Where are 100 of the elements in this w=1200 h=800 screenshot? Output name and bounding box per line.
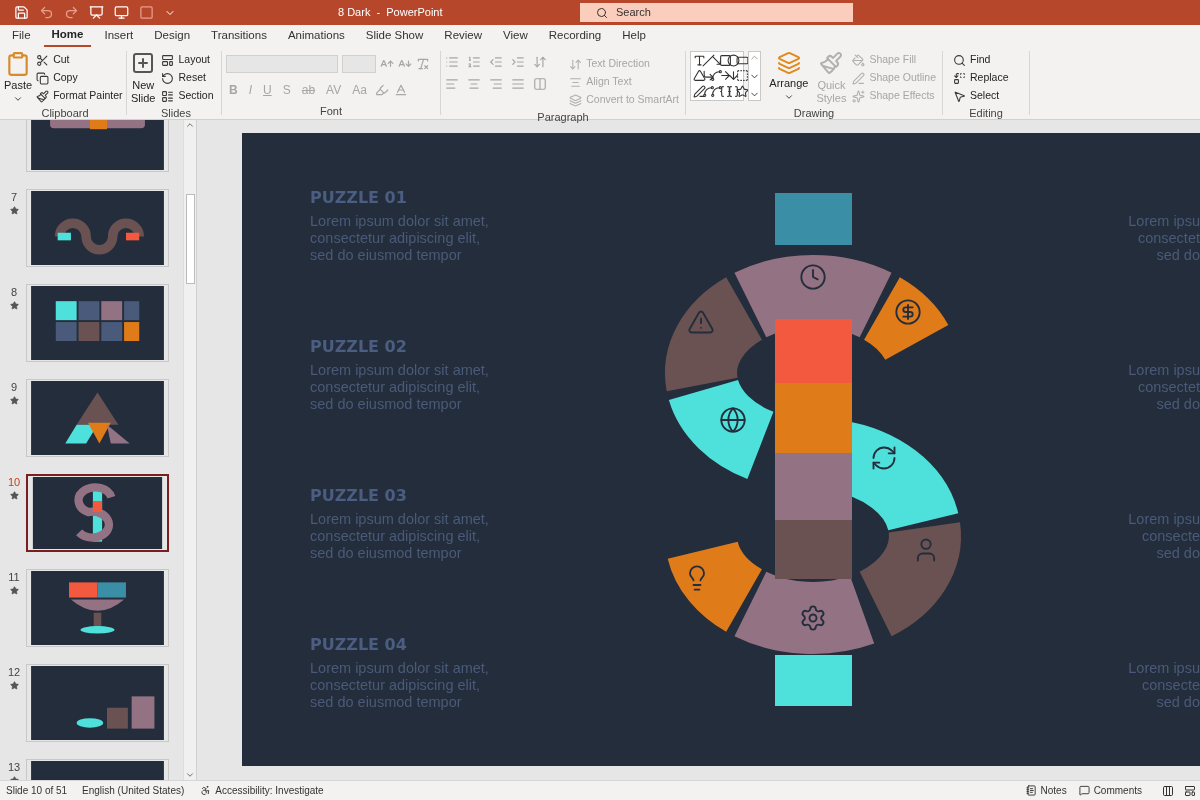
shape-icon[interactable] [718, 84, 732, 98]
redo-icon[interactable] [64, 5, 79, 20]
ribbon-tab[interactable]: Design [146, 25, 199, 47]
puzzle-description: Lorem ipsum dolor sit amet, consectetur adipiscing elit, sed do eiusmod tempor [310, 213, 489, 264]
shape-icon[interactable] [693, 69, 706, 83]
shape-icon[interactable] [701, 84, 715, 98]
notes-button[interactable]: Notes [1025, 783, 1067, 798]
group-label: Paragraph [537, 110, 589, 125]
font-size-field[interactable] [342, 55, 376, 73]
shape-icon[interactable] [735, 54, 749, 67]
normal-view-icon[interactable] [1162, 784, 1174, 797]
puzzle-description: Lorem ipsu consecte sed do [1128, 660, 1200, 711]
slide-number: 7 [10, 190, 18, 205]
shape-icon[interactable] [718, 54, 732, 67]
comments-button[interactable]: Comments [1078, 783, 1142, 798]
animation-star-icon [9, 205, 19, 215]
accessibility-button[interactable]: Accessibility: Investigate [215, 783, 324, 798]
brush-icon [819, 51, 844, 75]
ribbon-button[interactable]: Reset [159, 69, 216, 87]
ribbon-tab[interactable]: View [495, 25, 536, 47]
save-icon[interactable] [14, 5, 29, 20]
arrange-icon [776, 51, 801, 75]
shape-icon[interactable] [735, 84, 749, 98]
scroll-down-icon[interactable] [185, 770, 195, 780]
presentation-icon[interactable] [89, 5, 104, 20]
ribbon-tab[interactable]: Slide Show [357, 25, 432, 47]
new-slide-button[interactable]: New Slide [131, 51, 156, 105]
notes-icon [1025, 785, 1037, 796]
puzzle-description: Lorem ipsum dolor sit amet, consectetur adipiscing elit, sed do eiusmod tempor [310, 362, 489, 413]
group-label: Slides [161, 106, 191, 121]
slide-number: 13 [7, 760, 21, 775]
monitor-icon[interactable] [114, 5, 129, 20]
puzzle-description: Lorem ipsum dolor sit amet, consectetur adipiscing elit, sed do eiusmod tempor [310, 511, 489, 562]
shape-icon[interactable] [710, 84, 724, 98]
gear-icon [799, 604, 827, 632]
group-label: Clipboard [41, 106, 89, 121]
warning-icon [687, 308, 715, 336]
puzzle-title: PUZZLE 03 [310, 485, 408, 507]
shape-icon[interactable] [710, 69, 724, 83]
shape-icon[interactable] [718, 69, 732, 83]
animation-star-icon [9, 490, 19, 500]
new-slide-icon [131, 51, 156, 75]
puzzle-description: Lorem ipsu consectet sed do [1128, 362, 1200, 413]
ribbon-tab[interactable]: Transitions [203, 25, 275, 47]
slide-sorter-icon[interactable] [1184, 784, 1196, 797]
shape-icon[interactable] [735, 69, 749, 83]
search-icon [596, 6, 608, 19]
shapes-gallery[interactable] [690, 51, 745, 101]
slide-number: 10 [7, 475, 21, 490]
puzzle-description: Lorem ipsu consectet sed do [1128, 213, 1200, 264]
animation-star-icon [9, 395, 19, 405]
puzzle-title: PUZZLE 01 [310, 187, 408, 209]
language-indicator[interactable]: English (United States) [82, 783, 185, 798]
ribbon-tab[interactable]: Animations [279, 25, 353, 47]
ribbon-button[interactable]: Format Painter [34, 87, 125, 105]
arrange-button[interactable]: Arrange [765, 51, 813, 105]
shape-icon[interactable] [727, 84, 741, 98]
group-label: Drawing [793, 106, 835, 121]
ribbon-tab[interactable]: File [4, 25, 39, 47]
puzzle-description: Lorem ipsu consecte sed do [1128, 511, 1200, 562]
ribbon-button[interactable]: Select [951, 87, 1021, 105]
font-color-icon[interactable] [393, 83, 408, 97]
refresh-icon [870, 444, 898, 472]
scroll-up-icon[interactable] [185, 120, 195, 130]
scrollbar-thumb[interactable] [185, 194, 195, 284]
animation-star-icon [9, 300, 19, 310]
undo-icon[interactable] [39, 5, 54, 20]
ribbon-tab[interactable]: Insert [96, 25, 142, 47]
search-field[interactable]: Search [580, 3, 853, 22]
font-name-field[interactable] [226, 55, 338, 73]
ribbon-button[interactable]: Copy [34, 69, 125, 87]
shape-icon[interactable] [701, 69, 715, 83]
ribbon-button[interactable]: Layout [159, 51, 216, 69]
slide-number: 8 [10, 285, 18, 300]
puzzle-title: PUZZLE 04 [310, 634, 408, 656]
slide-number: 12 [7, 665, 21, 680]
shape-icon[interactable] [693, 54, 706, 67]
search-input[interactable]: Search [616, 4, 816, 21]
ribbon-button[interactable]: Replace [951, 69, 1021, 87]
shape-icon[interactable] [701, 54, 715, 67]
paste-button[interactable]: Paste [4, 51, 33, 105]
ribbon-tab[interactable]: Review [436, 25, 491, 47]
ribbon-button[interactable]: Cut [34, 51, 125, 69]
ribbon-button[interactable]: Section [159, 87, 216, 105]
group-label: Editing [969, 106, 1003, 121]
clock-icon [799, 263, 827, 291]
animation-star-icon [9, 680, 19, 690]
shape-icon[interactable] [727, 69, 741, 83]
ribbon-button[interactable]: Find [951, 51, 1021, 69]
accessibility-icon[interactable] [200, 785, 212, 796]
ribbon-tab[interactable]: Help [614, 25, 654, 47]
comment-icon [1078, 785, 1090, 796]
slide-thumbnail[interactable] [26, 474, 169, 552]
puzzle-title: PUZZLE 02 [310, 336, 408, 358]
ribbon-tab[interactable]: Recording [540, 25, 610, 47]
shape-icon[interactable] [727, 54, 741, 67]
group-label: Font [320, 103, 342, 119]
shape-icon[interactable] [693, 84, 706, 98]
globe-icon [719, 406, 747, 434]
dollar-icon [894, 298, 922, 326]
